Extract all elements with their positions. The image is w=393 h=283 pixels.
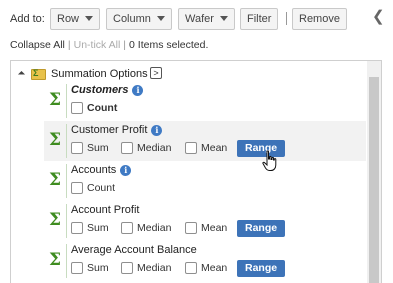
chevron-down-icon xyxy=(156,16,165,21)
expand-triangle-icon[interactable] xyxy=(17,70,26,79)
sigma-icon: Σ xyxy=(49,170,62,190)
selection-status: 0 Items selected. xyxy=(129,39,209,51)
divider xyxy=(66,84,67,118)
summation-item-customer-profit: Σ Customer Profit i Sum Median Mean Range xyxy=(44,121,366,161)
option-label: Sum xyxy=(87,222,109,234)
count-checkbox[interactable] xyxy=(71,182,83,194)
option-label: Count xyxy=(87,182,116,194)
option-label: Mean xyxy=(201,142,228,154)
sigma-icon: Σ xyxy=(49,250,62,270)
item-title-text: Customer Profit xyxy=(71,124,148,136)
summation-options-panel: Σ Summation Options > Σ Customers i Count… xyxy=(10,60,382,283)
tree-root-label: Summation Options xyxy=(51,68,148,80)
range-button[interactable]: Range xyxy=(237,260,286,277)
sum-checkbox[interactable] xyxy=(71,262,83,274)
actions-bar: Collapse All | Un-tick All | 0 Items selecte… xyxy=(10,39,208,51)
summation-item-accounts: Σ Accounts i Count xyxy=(44,161,366,201)
wafer-dropdown[interactable]: Wafer xyxy=(178,8,235,30)
navigate-arrow-icon[interactable]: > xyxy=(150,67,162,79)
wafer-dropdown-label: Wafer xyxy=(185,13,214,25)
item-title-text: Average Account Balance xyxy=(71,244,197,256)
filter-button[interactable]: Filter xyxy=(240,8,279,30)
scrollbar-thumb[interactable] xyxy=(369,77,379,283)
item-title: Average Account Balance xyxy=(71,244,197,256)
sigma-icon: Σ xyxy=(49,210,62,230)
toolbar-divider xyxy=(286,12,287,25)
item-title: Account Profit xyxy=(71,204,139,216)
folder-icon: Σ xyxy=(31,68,46,80)
scrollbar[interactable] xyxy=(367,61,381,283)
option-label: Sum xyxy=(87,142,109,154)
option-label: Sum xyxy=(87,262,109,274)
count-checkbox[interactable] xyxy=(71,102,83,114)
add-to-label: Add to: xyxy=(10,13,45,25)
collapse-panel-icon[interactable]: ❮ xyxy=(372,9,385,25)
median-checkbox[interactable] xyxy=(121,222,133,234)
item-title: Customers i xyxy=(71,84,144,96)
mean-checkbox[interactable] xyxy=(185,222,197,234)
item-title-text: Customers xyxy=(71,84,129,96)
median-checkbox[interactable] xyxy=(121,262,133,274)
option-label: Mean xyxy=(201,222,228,234)
sigma-icon: Σ xyxy=(33,68,39,78)
chevron-down-icon xyxy=(85,16,94,21)
row-dropdown[interactable]: Row xyxy=(50,8,101,30)
item-title: Accounts i xyxy=(71,164,132,176)
item-title: Customer Profit i xyxy=(71,124,163,136)
item-title-text: Account Profit xyxy=(71,204,140,216)
option-label: Median xyxy=(137,222,172,234)
row-dropdown-label: Row xyxy=(57,13,80,25)
mean-checkbox[interactable] xyxy=(185,262,197,274)
summation-item-customers: Σ Customers i Count xyxy=(44,81,366,121)
remove-button[interactable]: Remove xyxy=(292,8,347,30)
option-label: Mean xyxy=(201,262,228,274)
hand-pointer-cursor-icon xyxy=(262,150,277,171)
sigma-icon: Σ xyxy=(49,130,62,150)
toolbar: Add to: Row Column Wafer Filter Remove ❮ xyxy=(0,0,393,36)
column-dropdown-label: Column xyxy=(113,13,151,25)
sum-checkbox[interactable] xyxy=(71,222,83,234)
divider xyxy=(66,124,67,158)
median-checkbox[interactable] xyxy=(121,142,133,154)
separator: | xyxy=(67,39,71,51)
divider xyxy=(66,164,67,198)
separator: | xyxy=(123,39,127,51)
sum-checkbox[interactable] xyxy=(71,142,83,154)
collapse-all-link[interactable]: Collapse All xyxy=(10,39,65,51)
divider xyxy=(66,204,67,238)
info-icon[interactable]: i xyxy=(120,165,132,176)
summation-item-account-profit: Σ Account Profit Sum Median Mean Range xyxy=(44,201,366,241)
range-button[interactable]: Range xyxy=(237,220,286,237)
column-dropdown[interactable]: Column xyxy=(106,8,172,30)
untick-all-link[interactable]: Un-tick All xyxy=(74,39,121,51)
sigma-icon: Σ xyxy=(49,90,62,110)
option-label: Median xyxy=(137,262,172,274)
item-title-text: Accounts xyxy=(71,164,117,176)
info-icon[interactable]: i xyxy=(132,85,144,96)
summation-item-average-account-balance: Σ Average Account Balance Sum Median Mea… xyxy=(44,241,366,281)
divider xyxy=(66,244,67,278)
chevron-down-icon xyxy=(219,16,228,21)
info-icon[interactable]: i xyxy=(151,125,163,136)
option-label: Count xyxy=(87,102,118,114)
option-label: Median xyxy=(137,142,172,154)
mean-checkbox[interactable] xyxy=(185,142,197,154)
